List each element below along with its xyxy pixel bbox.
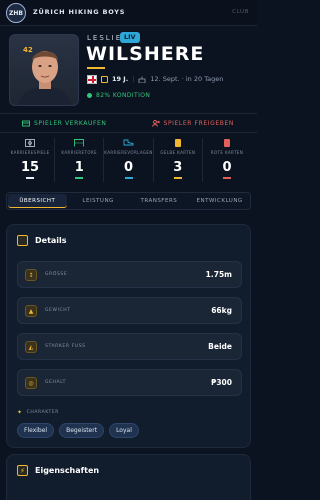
weight-icon: ▲: [25, 305, 37, 317]
player-header: 42 LESLIE LIV WILSHERE 19 J. | 12. Sept.…: [0, 26, 257, 114]
fitness-status: 82% KONDITION: [87, 92, 150, 99]
games-icon: [25, 139, 35, 147]
yellow-card-icon: [174, 139, 181, 147]
stat-value: 1: [74, 160, 84, 175]
detail-row-height: ↕ GRÖSSE 1.75m: [17, 261, 242, 288]
stat-value: 0: [123, 160, 134, 175]
release-player-label: SPIELER FREIGEBEN: [163, 119, 234, 127]
foot-icon: ◭: [25, 341, 37, 353]
stat-bar: [222, 177, 231, 179]
details-card: Details ↕ GRÖSSE 1.75m ▲ GEWICHT 66kg ◭ …: [6, 224, 251, 448]
salary-icon: ◎: [25, 377, 37, 389]
club-link[interactable]: CLUB: [232, 9, 249, 15]
details-title: Details: [35, 236, 67, 245]
detail-label: GEHALT: [45, 380, 67, 385]
stat-label: GELBE KARTEN: [160, 150, 196, 155]
career-stats: KARRIERESPIELE 15 KARRIERETORE 1 KARRIER…: [6, 138, 251, 182]
stat-career-games: KARRIERESPIELE 15: [6, 138, 56, 182]
stat-career-assists: KARRIEREVORLAGEN 0: [104, 138, 154, 182]
player-meta: 19 J. | 12. Sept. · in 20 Tagen: [87, 74, 223, 84]
separator: |: [132, 75, 135, 83]
trait-chip[interactable]: Begeistert: [59, 423, 105, 438]
height-icon: ↕: [25, 269, 37, 281]
stat-bar: [173, 177, 182, 179]
details-header: Details: [17, 235, 67, 246]
stat-bar: [124, 177, 133, 179]
detail-row-strong-foot: ◭ STARKER FUSS Beide: [17, 333, 242, 360]
sell-player-button[interactable]: SPIELER VERKAUFEN: [0, 114, 129, 132]
club-badge: LIV: [120, 32, 140, 43]
top-bar: ZHB ZÜRICH HIKING BOYS CLUB: [0, 0, 257, 26]
stat-career-goals: KARRIERETORE 1: [55, 138, 105, 182]
stat-yellow-cards: GELBE KARTEN 3: [154, 138, 203, 182]
stat-value: 15: [21, 160, 40, 175]
player-last-name: WILSHERE: [86, 43, 205, 65]
calendar-icon: [101, 75, 108, 83]
tab-development[interactable]: ENTWICKLUNG: [190, 194, 249, 208]
tab-performance[interactable]: LEISTUNG: [69, 194, 128, 208]
character-label: CHARAKTER: [26, 410, 59, 415]
detail-value: 1.75m: [205, 270, 232, 279]
detail-row-weight: ▲ GEWICHT 66kg: [17, 297, 242, 324]
properties-header: ⚡ Eigenschaften: [17, 465, 99, 476]
detail-value: ₱300: [211, 378, 232, 387]
stat-value: 0: [222, 160, 232, 175]
stat-label: KARRIEREVORLAGEN: [104, 150, 153, 155]
red-card-icon: [223, 139, 230, 147]
details-icon: [17, 235, 28, 246]
fitness-dot-icon: [87, 93, 92, 98]
player-first-name: LESLIE: [87, 34, 123, 42]
birthday-cake-icon: [139, 76, 146, 83]
detail-value: Beide: [208, 342, 232, 351]
tab-overview[interactable]: ÜBERSICHT: [8, 194, 67, 208]
properties-card: ⚡ Eigenschaften: [6, 454, 251, 500]
club-logo[interactable]: ZHB: [6, 3, 26, 23]
detail-label: GEWICHT: [45, 308, 71, 313]
sell-player-label: SPIELER VERKAUFEN: [33, 119, 107, 127]
player-birthday: 12. Sept. · in 20 Tagen: [150, 75, 224, 83]
fitness-label: 82% KONDITION: [96, 92, 151, 99]
detail-label: GRÖSSE: [45, 272, 68, 277]
boot-icon: [123, 139, 134, 146]
trait-chip[interactable]: Loyal: [109, 423, 139, 438]
tab-bar: ÜBERSICHT LEISTUNG TRANSFERS ENTWICKLUNG: [6, 192, 251, 210]
release-icon: [151, 119, 160, 127]
divider: [0, 132, 257, 133]
lightning-icon: ⚡: [17, 465, 28, 476]
stat-label: KARRIERESPIELE: [10, 150, 50, 155]
player-photo: 42: [9, 34, 79, 106]
club-name: ZÜRICH HIKING BOYS: [33, 8, 126, 16]
stat-bar: [26, 177, 35, 179]
player-rating: 42: [23, 46, 33, 54]
detail-row-salary: ◎ GEHALT ₱300: [17, 369, 242, 396]
character-icon: ✦: [17, 409, 23, 416]
trait-list: Flexibel Begeistert Loyal: [17, 423, 139, 438]
release-player-button[interactable]: SPIELER FREIGEBEN: [129, 114, 258, 132]
stat-bar: [75, 177, 84, 179]
detail-label: STARKER FUSS: [45, 344, 86, 349]
stat-value: 3: [173, 160, 183, 175]
detail-value: 66kg: [211, 306, 232, 315]
player-age: 19 J.: [112, 75, 129, 83]
goal-icon: [74, 139, 85, 147]
trait-chip[interactable]: Flexibel: [17, 423, 55, 438]
stat-red-cards: ROTE KARTEN 0: [203, 138, 251, 182]
character-heading: ✦ CHARAKTER: [17, 409, 59, 416]
accent-line: [87, 67, 105, 69]
stat-label: ROTE KARTEN: [210, 150, 244, 155]
sell-icon: [22, 120, 30, 126]
properties-title: Eigenschaften: [35, 466, 100, 475]
stat-label: KARRIERETORE: [61, 150, 97, 155]
tab-transfers[interactable]: TRANSFERS: [130, 194, 189, 208]
player-actions: SPIELER VERKAUFEN SPIELER FREIGEBEN: [0, 114, 257, 132]
england-flag-icon: [87, 74, 97, 84]
